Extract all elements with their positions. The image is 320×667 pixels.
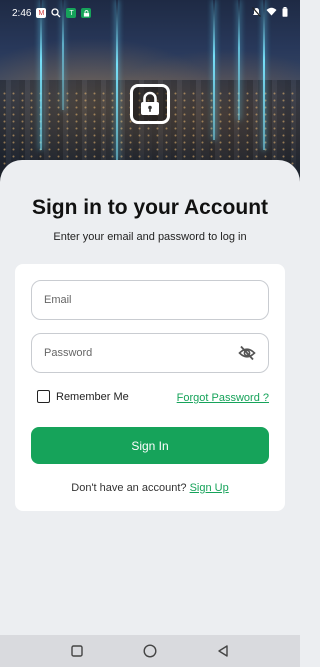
page-title: Sign in to your Account: [31, 196, 269, 219]
battery-icon: [282, 6, 288, 20]
lock-icon: [130, 84, 170, 124]
status-time: 2:46: [12, 7, 32, 19]
gmail-icon: M: [36, 8, 47, 18]
mute-icon: [252, 6, 261, 20]
login-card: Remember Me Forgot Password ? Sign In Do…: [15, 264, 285, 511]
login-sheet: Sign in to your Account Enter your email…: [0, 160, 300, 635]
email-input[interactable]: [44, 294, 256, 306]
signup-prompt-text: Don't have an account?: [71, 482, 187, 494]
remember-label: Remember Me: [56, 390, 129, 403]
circle-home-icon[interactable]: [143, 644, 157, 658]
email-field[interactable]: [31, 280, 269, 320]
square-recents-icon[interactable]: [70, 644, 84, 658]
remember-checkbox[interactable]: [37, 390, 50, 403]
status-bar: 2:46 M T: [0, 0, 300, 26]
eye-off-icon[interactable]: [238, 344, 256, 362]
forgot-password-link[interactable]: Forgot Password ?: [177, 392, 269, 404]
lock-app-icon: [81, 8, 92, 18]
wifi-icon: [266, 7, 277, 19]
remember-me[interactable]: Remember Me: [37, 390, 129, 403]
system-nav-bar: [0, 635, 300, 667]
page-subtitle: Enter your email and password to log in: [53, 231, 247, 243]
search-icon: [51, 8, 61, 18]
password-field[interactable]: [31, 333, 269, 373]
triangle-back-icon[interactable]: [216, 644, 230, 658]
password-input[interactable]: [44, 347, 238, 359]
t-app-icon: T: [66, 8, 77, 18]
signup-prompt: Don't have an account? Sign Up: [15, 482, 285, 494]
sign-in-button[interactable]: Sign In: [31, 427, 269, 464]
sign-up-link[interactable]: Sign Up: [190, 482, 229, 494]
